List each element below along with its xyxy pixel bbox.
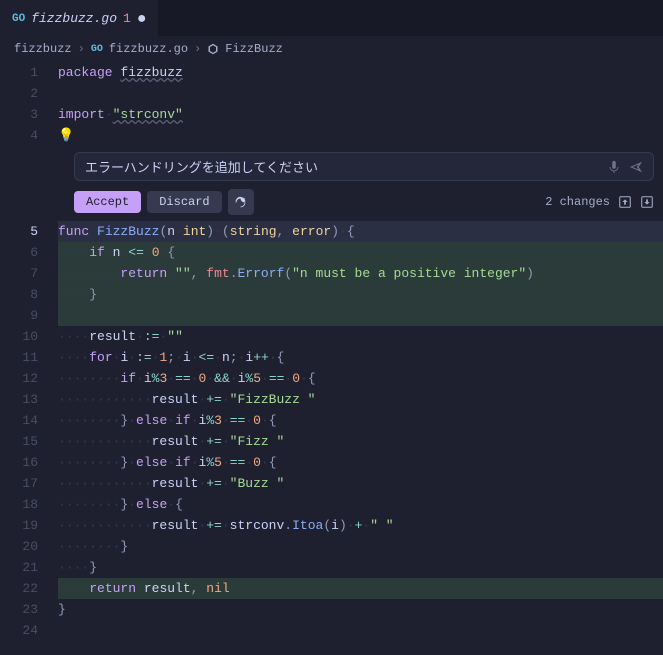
ai-prompt-input[interactable] (85, 159, 599, 174)
line-number: 4 (0, 125, 38, 146)
tab-bar: GO fizzbuzz.go 1 ● (0, 0, 663, 36)
send-icon[interactable] (629, 160, 643, 174)
chevron-right-icon: › (78, 42, 85, 56)
accept-button[interactable]: Accept (74, 191, 141, 213)
chevron-right-icon: › (194, 42, 201, 56)
code-line[interactable]: ············result·+=·"FizzBuzz " (58, 389, 663, 410)
ai-prompt-container (74, 152, 654, 181)
code-line[interactable]: ····} (58, 284, 663, 305)
changes-count: 2 changes (545, 195, 610, 209)
diff-up-icon[interactable] (618, 195, 632, 209)
changes-info: 2 changes (545, 195, 654, 209)
tab-diag-count: 1 (123, 11, 131, 26)
code-line[interactable]: ····} (58, 557, 663, 578)
mic-icon[interactable] (607, 160, 621, 174)
line-number: 5 (0, 221, 38, 242)
line-number: 20 (0, 536, 38, 557)
line-number-gutter: 5 6 7 8 9 10 11 12 13 14 15 16 17 18 19 … (0, 221, 58, 641)
line-number: 17 (0, 473, 38, 494)
line-number: 2 (0, 83, 38, 104)
tab-filename: fizzbuzz.go (31, 11, 117, 26)
code-line[interactable]: package fizzbuzz (58, 62, 663, 83)
symbol-method-icon (207, 43, 219, 55)
breadcrumb: fizzbuzz › GO fizzbuzz.go › FizzBuzz (0, 36, 663, 62)
breadcrumb-file[interactable]: fizzbuzz.go (109, 42, 188, 56)
diff-down-icon[interactable] (640, 195, 654, 209)
code-area[interactable]: package fizzbuzz import·"strconv" 💡 (58, 62, 663, 146)
tab-fizzbuzz[interactable]: GO fizzbuzz.go 1 ● (0, 0, 158, 36)
code-line[interactable]: 💡 (58, 125, 663, 146)
line-number: 14 (0, 410, 38, 431)
editor[interactable]: 5 6 7 8 9 10 11 12 13 14 15 16 17 18 19 … (0, 221, 663, 641)
line-number: 21 (0, 557, 38, 578)
go-file-icon: GO (12, 13, 25, 25)
go-file-icon: GO (91, 44, 103, 55)
code-line[interactable]: ····for·i·:=·1;·i·<=·n;·i++·{ (58, 347, 663, 368)
lightbulb-icon[interactable]: 💡 (58, 125, 74, 146)
unsaved-dot-icon: ● (137, 11, 147, 27)
ai-suggestion-panel: Accept Discard 2 changes (74, 152, 654, 215)
code-line[interactable]: ········}·else·if·i%5·==·0·{ (58, 452, 663, 473)
line-number: 22 (0, 578, 38, 599)
line-number: 6 (0, 242, 38, 263)
line-number: 8 (0, 284, 38, 305)
line-number: 19 (0, 515, 38, 536)
line-number: 12 (0, 368, 38, 389)
code-line[interactable]: ····if·n·<=·0·{ (58, 242, 663, 263)
code-line[interactable] (58, 620, 663, 641)
ai-actions-row: Accept Discard 2 changes (74, 189, 654, 215)
code-line[interactable] (58, 83, 663, 104)
code-line[interactable]: ····result·:=·"" (58, 326, 663, 347)
line-number-gutter: 1 2 3 4 (0, 62, 58, 146)
line-number: 18 (0, 494, 38, 515)
code-line[interactable] (58, 305, 663, 326)
code-line[interactable]: ········}·else·if·i%3·==·0·{ (58, 410, 663, 431)
refresh-icon (234, 196, 247, 209)
line-number: 13 (0, 389, 38, 410)
code-line[interactable]: ········return·"",·fmt.Errorf("n must be… (58, 263, 663, 284)
line-number: 16 (0, 452, 38, 473)
breadcrumb-folder[interactable]: fizzbuzz (14, 42, 72, 56)
line-number: 15 (0, 431, 38, 452)
line-number: 11 (0, 347, 38, 368)
line-number: 9 (0, 305, 38, 326)
code-line[interactable]: ····return·result,·nil (58, 578, 663, 599)
code-line[interactable]: ········}·else·{ (58, 494, 663, 515)
code-line[interactable]: ············result·+=·"Fizz " (58, 431, 663, 452)
discard-button[interactable]: Discard (147, 191, 221, 213)
code-line[interactable]: ········if·i%3·==·0·&&·i%5·==·0·{ (58, 368, 663, 389)
breadcrumb-symbol[interactable]: FizzBuzz (225, 42, 283, 56)
code-line[interactable]: ············result·+=·strconv.Itoa(i)·+·… (58, 515, 663, 536)
line-number: 1 (0, 62, 38, 83)
line-number: 10 (0, 326, 38, 347)
line-number: 23 (0, 599, 38, 620)
code-line[interactable]: } (58, 599, 663, 620)
code-line[interactable]: func FizzBuzz(n·int)·(string,·error)·{ (58, 221, 663, 242)
editor[interactable]: 1 2 3 4 package fizzbuzz import·"strconv… (0, 62, 663, 146)
code-line[interactable]: ········} (58, 536, 663, 557)
line-number: 3 (0, 104, 38, 125)
regenerate-button[interactable] (228, 189, 254, 215)
line-number: 24 (0, 620, 38, 641)
code-line[interactable]: ············result·+=·"Buzz " (58, 473, 663, 494)
code-area[interactable]: func FizzBuzz(n·int)·(string,·error)·{ ·… (58, 221, 663, 641)
code-line[interactable]: import·"strconv" (58, 104, 663, 125)
line-number: 7 (0, 263, 38, 284)
